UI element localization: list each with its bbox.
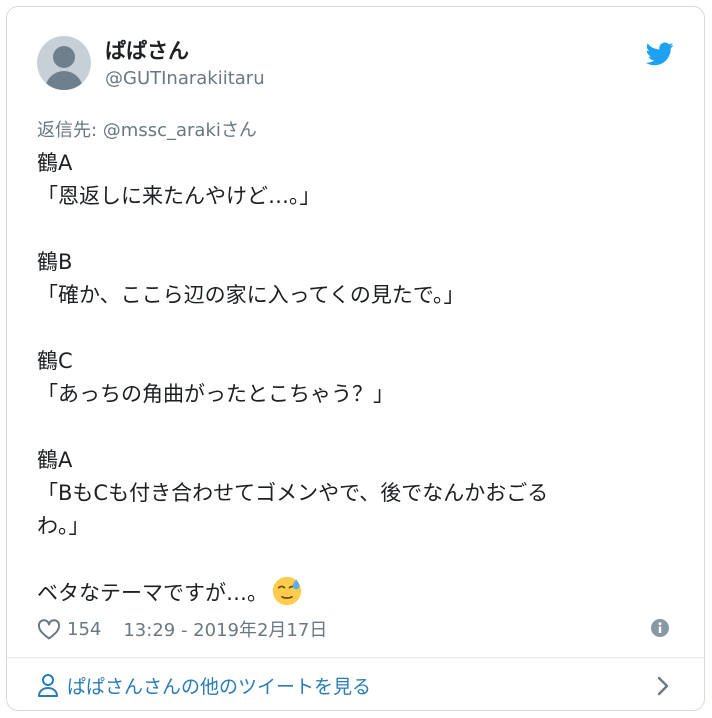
tweet-last-line: ベタなテーマですが…。	[37, 576, 657, 610]
reply-mention-link[interactable]: @mssc_araki	[103, 120, 221, 141]
tweet-meta: 154 13:29 - 2019年2月17日	[37, 615, 327, 643]
tweet-line: 「あっちの角曲がったとこちゃう？」	[37, 382, 394, 406]
tweet-line: 鶴A	[37, 151, 73, 175]
heart-icon[interactable]	[37, 618, 61, 640]
author-names[interactable]: ぱぱさん @GUTInarakiitaru	[105, 38, 265, 92]
avatar[interactable]	[37, 36, 91, 90]
tweet-line: 鶴A	[37, 448, 73, 472]
tweet-line: 鶴B	[37, 250, 73, 274]
twitter-bird-icon[interactable]	[646, 42, 674, 66]
tweet-text: 鶴A 「恩返しに来たんやけど…。」 鶴B 「確か、ここら辺の家に入ってくの見たで…	[37, 147, 657, 610]
tweet-header: ぱぱさん @GUTInarakiitaru	[37, 36, 674, 98]
more-tweets-link[interactable]: ぱぱさんさんの他のツイートを見る	[67, 672, 371, 699]
info-icon[interactable]	[650, 618, 670, 638]
tweet-line: 「確か、ここら辺の家に入ってくの見たで。」	[37, 283, 465, 307]
sweat-face-emoji	[272, 576, 302, 606]
like-count[interactable]: 154	[67, 619, 101, 640]
reply-suffix: さん	[220, 120, 257, 141]
tweet-line: 「恩返しに来たんやけど…。」	[37, 184, 321, 208]
reply-prefix: 返信先:	[37, 120, 103, 141]
author-handle[interactable]: @GUTInarakiitaru	[105, 66, 265, 92]
person-icon	[38, 674, 58, 697]
tweet-line-text: ベタなテーマですが…。	[37, 581, 268, 605]
tweet-timestamp[interactable]: 13:29 - 2019年2月17日	[123, 616, 327, 642]
avatar-body	[45, 71, 83, 90]
embedded-tweet-card: ぱぱさん @GUTInarakiitaru 返信先: @mssc_arakiさん…	[6, 6, 705, 711]
more-tweets-footer[interactable]: ぱぱさんさんの他のツイートを見る	[37, 665, 670, 705]
author-display-name[interactable]: ぱぱさん	[105, 38, 265, 64]
tweet-line: わ。」	[37, 514, 90, 538]
tweet-line: 鶴C	[37, 349, 73, 373]
reply-context: 返信先: @mssc_arakiさん	[37, 118, 257, 144]
tweet-line: 「BもCも付き合わせてゴメンやで、後でなんかおごる	[37, 481, 549, 505]
avatar-head	[53, 46, 75, 68]
chevron-right-icon[interactable]	[656, 675, 670, 697]
footer-divider	[7, 657, 704, 658]
